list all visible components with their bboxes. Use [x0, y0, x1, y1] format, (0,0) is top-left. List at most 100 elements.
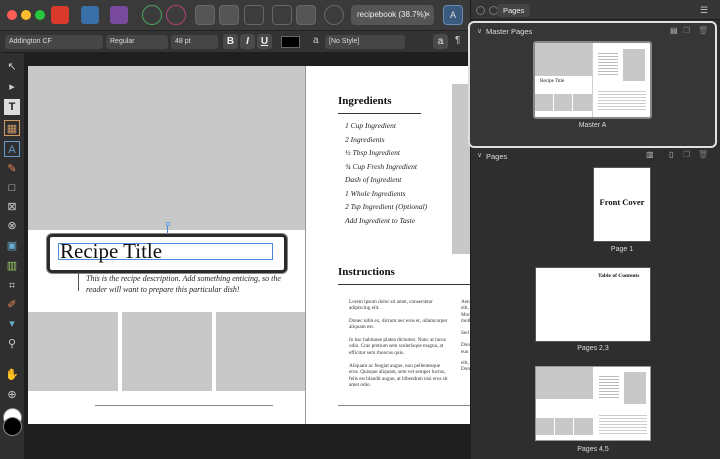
master-a-thumbnail[interactable]: Recipe Title: [533, 41, 652, 119]
footer-rule: [95, 405, 273, 406]
wrap-icon[interactable]: [324, 5, 344, 25]
ingredient-item[interactable]: ¾ Cup Fresh Ingredient: [345, 162, 417, 171]
frame-text-tool-icon[interactable]: T: [4, 99, 20, 115]
ingredient-item[interactable]: Add Ingredient to Taste: [345, 216, 415, 225]
ingredients-rule: [338, 113, 421, 114]
ingredient-item[interactable]: 2 Tsp Ingredient (Optional): [345, 202, 427, 211]
ingredient-item[interactable]: Dash of Ingredient: [345, 175, 401, 184]
pages-section-chevron-icon[interactable]: ∨: [477, 151, 482, 159]
view-mode-icon[interactable]: [219, 5, 239, 25]
document-tab[interactable]: recipebook (38.7%) ×: [351, 5, 434, 25]
delete-master-icon[interactable]: 🗑: [698, 26, 708, 35]
pages-tab[interactable]: Pages: [497, 4, 531, 17]
ingredients-heading[interactable]: Ingredients: [338, 95, 392, 107]
pages-2-3-thumbnail[interactable]: Table of Contents: [535, 267, 651, 342]
transparency-tool-icon[interactable]: ▾: [4, 316, 20, 332]
tools-panel: ↖ ▸ T ▦ A ✎ □ ⊠ ⊗ ▣ ▥ ⌗ ✐ ▾ ⚲ ✋ ⊕: [0, 53, 25, 459]
table-tool-icon[interactable]: ▦: [4, 120, 20, 136]
master-thumb-text-lines: [598, 89, 646, 111]
zoom-window-button[interactable]: [35, 10, 45, 20]
page-1-thumbnail[interactable]: Front Cover: [593, 167, 651, 242]
pin-icon[interactable]: [272, 5, 292, 25]
spread-thumb-text-lines: [599, 374, 619, 400]
close-tab-icon[interactable]: ×: [425, 5, 430, 25]
master-thumb-spine: [592, 43, 593, 117]
image-placeholder-1[interactable]: [28, 312, 118, 391]
add-master-icon[interactable]: ▤: [670, 26, 678, 35]
pilcrow-icon[interactable]: ¶: [455, 35, 460, 46]
instruction-paragraph[interactable]: Donec nibh ex, dictum nec eros et, ullam…: [349, 318, 449, 331]
instruction-paragraph[interactable]: Lorem ipsum dolor sit amet, consectetur …: [349, 299, 449, 312]
master-thumb-image: [573, 94, 592, 111]
instructions-heading[interactable]: Instructions: [338, 266, 395, 278]
footer-rule-right: [338, 405, 470, 406]
preflight-icon[interactable]: [166, 5, 186, 25]
add-page-icon[interactable]: ▯: [669, 150, 673, 159]
pen-tool-icon[interactable]: ✎: [4, 161, 20, 177]
spread-thumb-hero: [536, 367, 593, 399]
ingredient-item[interactable]: 2 Ingredients: [345, 135, 385, 144]
col2-fragment: moll: [461, 317, 470, 324]
duplicate-page-icon[interactable]: ❐: [683, 150, 690, 159]
node-tool-icon[interactable]: ▸: [4, 79, 20, 95]
font-style-select[interactable]: Regular: [106, 35, 168, 49]
pages-4-5-thumbnail[interactable]: [535, 366, 651, 441]
col2-fragment: Mor: [461, 311, 470, 318]
spread-thumb-image: [555, 418, 573, 435]
stroke-color-swatch[interactable]: [3, 417, 22, 436]
master-section-chevron-icon[interactable]: ∨: [477, 27, 482, 35]
instruction-paragraph[interactable]: In hac habitasse platea dictumst. Nunc a…: [349, 337, 449, 356]
publisher-persona-icon[interactable]: [110, 6, 128, 24]
designer-persona-icon[interactable]: [51, 6, 69, 24]
rectangle-tool-icon[interactable]: □: [4, 180, 20, 196]
image-placeholder-2[interactable]: [122, 312, 212, 391]
master-thumb-image: [535, 94, 553, 111]
delete-page-icon[interactable]: 🗑: [698, 150, 708, 159]
picture-frame-tool-icon[interactable]: ⊠: [4, 199, 20, 215]
page-spread-icon[interactable]: ▥: [646, 150, 654, 159]
recipe-description[interactable]: This is the recipe description. Add some…: [86, 273, 301, 295]
character-style-select[interactable]: [No Style]: [325, 35, 405, 49]
col2-fragment: eun: [461, 348, 469, 355]
minimize-window-button[interactable]: [21, 10, 31, 20]
ingredient-item[interactable]: 1 Whole Ingredients: [345, 189, 406, 198]
paragraph-style-icon[interactable]: a: [433, 34, 448, 49]
pages-4-5-caption: Pages 4,5: [577, 446, 609, 453]
text-frame-icon[interactable]: A: [443, 5, 463, 25]
ingredient-item[interactable]: 1 Cup Ingredient: [345, 121, 396, 130]
fill-tool-icon[interactable]: ▥: [4, 258, 20, 274]
panel-close-icon[interactable]: [476, 6, 485, 15]
photo-persona-icon[interactable]: [81, 6, 99, 24]
ellipse-frame-tool-icon[interactable]: ⊗: [4, 218, 20, 234]
mode-icon[interactable]: [195, 5, 215, 25]
image-placeholder-3[interactable]: [216, 312, 305, 391]
bold-button[interactable]: B: [223, 34, 238, 49]
duplicate-master-icon[interactable]: ❐: [683, 26, 690, 35]
artistic-text-tool-icon[interactable]: A: [4, 141, 20, 157]
hand-tool-icon[interactable]: ✋: [4, 367, 20, 383]
move-tool-icon[interactable]: ↖: [4, 59, 20, 75]
recipe-title[interactable]: Recipe Title: [60, 239, 162, 264]
panel-menu-icon[interactable]: ☰: [700, 5, 708, 16]
color-picker-icon[interactable]: ⚲: [4, 336, 20, 352]
instruction-paragraph[interactable]: Aliquam ac feugiat augue, non pellentesq…: [349, 363, 449, 388]
ingredient-item[interactable]: ½ Tbsp Ingredient: [345, 148, 400, 157]
snapping-icon[interactable]: [244, 5, 264, 25]
instruction-column-2[interactable]: Aen elit, Mor moll Sed Don eun elit, Don: [461, 299, 470, 373]
hero-image-placeholder[interactable]: [28, 66, 305, 230]
spread-thumb-text-lines: [599, 413, 647, 435]
font-family-select[interactable]: Addington CF: [5, 35, 103, 49]
zoom-tool-icon[interactable]: ⊕: [4, 387, 20, 403]
font-size-field[interactable]: 48 pt: [171, 35, 218, 49]
crop-tool-icon[interactable]: ⌗: [4, 278, 20, 294]
italic-button[interactable]: I: [240, 34, 255, 49]
front-cover-text: Front Cover: [599, 197, 645, 207]
close-window-button[interactable]: [7, 10, 17, 20]
layout-icon[interactable]: [296, 5, 316, 25]
text-color-swatch[interactable]: [281, 36, 300, 48]
description-rule: [78, 272, 79, 291]
underline-button[interactable]: U: [257, 34, 272, 49]
brush-tool-icon[interactable]: ✐: [4, 297, 20, 313]
place-image-tool-icon[interactable]: ▣: [4, 238, 20, 254]
settings-icon[interactable]: [142, 5, 162, 25]
